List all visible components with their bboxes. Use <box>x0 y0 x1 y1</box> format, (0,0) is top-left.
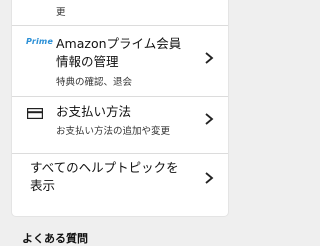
prime-logo-icon: Prime <box>26 37 54 46</box>
help-topics-title-line2: 表示 <box>30 178 56 193</box>
help-menu-card: 更 Prime Amazonプライム会員 情報の管理 特典の確認、退会 お支払い… <box>12 0 228 216</box>
payment-methods-item[interactable]: お支払い方法 お支払い方法の追加や変更 <box>12 97 228 152</box>
all-help-topics-item[interactable]: すべてのヘルプトピックを 表示 <box>12 154 228 214</box>
help-topics-title-line1: すべてのヘルプトピックを <box>30 160 179 175</box>
chevron-right-icon <box>205 113 214 125</box>
next-section-heading: よくある質問 <box>22 232 88 245</box>
payment-item-subtitle: お支払い方法の追加や変更 <box>56 126 171 137</box>
prime-item-title-line1: Amazonプライム会員 <box>56 36 182 51</box>
credit-card-icon <box>27 108 43 119</box>
chevron-right-icon <box>205 172 214 184</box>
prime-membership-item[interactable]: Prime Amazonプライム会員 情報の管理 特典の確認、退会 <box>12 26 228 92</box>
chevron-right-icon <box>205 52 214 64</box>
payment-item-title: お支払い方法 <box>56 104 132 119</box>
prime-item-title-line2: 情報の管理 <box>56 54 119 69</box>
prime-item-subtitle: 特典の確認、退会 <box>56 77 133 88</box>
previous-item-subtitle: 更 <box>56 7 66 18</box>
